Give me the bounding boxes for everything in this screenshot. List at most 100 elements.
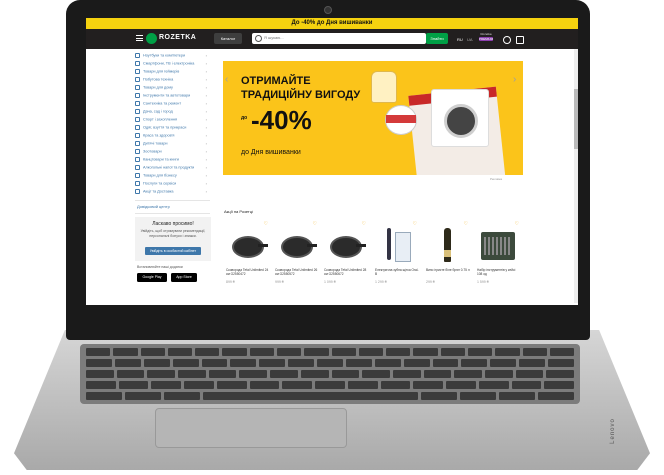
welcome-text: Увійдіть, щоб отримувати рекомендації, п… [140,229,206,238]
sidebar-item-pets[interactable]: Зоотовари › [135,149,209,157]
sidebar-item-sport[interactable]: Спорт і захоплення › [135,117,209,125]
premium-brand: Rozetka [480,32,492,36]
sidebar-item-services[interactable]: Послуги та сервіси › [135,181,209,189]
welcome-title: Ласкаво просимо! [152,221,194,227]
key-row [86,359,574,367]
sidebar-item-smartphones[interactable]: Смартфони, ТВ і електроніка › [135,61,209,69]
sidebar-item-tools[interactable]: Інструменти та автотовари › [135,93,209,101]
premium-label: PREMIUM [479,37,494,41]
product-image [326,228,366,262]
site-header: ROZETKA Каталог Я шукаю... Знайти RU UA … [86,29,578,49]
login-button[interactable]: Увійдіть в особистий кабінет [145,247,201,255]
product-card[interactable]: ♡ Сковорода Tefal Unlimited 24 см G25504… [224,220,270,298]
product-image [428,228,466,262]
product-title[interactable]: Сковорода Tefal Unlimited 26 см G2550572 [275,268,319,276]
laptop-frame: До -40% до Дня вишиванки ROZETKA Каталог… [0,0,664,475]
product-image [277,228,317,262]
key-row [86,370,574,378]
product-price: 1 099 ₴ [324,280,336,284]
sidebar-divider [135,213,210,214]
product-title[interactable]: Набір інструментів у кейсі 108 од [477,268,521,276]
product-price: 1 299 ₴ [375,280,387,284]
promo-bar[interactable]: До -40% до Дня вишиванки [86,18,578,29]
promo-banner[interactable]: ОТРИМАЙТЕ ТРАДИЦІЙНУ ВИГОДУ до -40% до Д… [223,61,523,175]
premium-badge[interactable]: Rozetka PREMIUM [479,32,493,45]
help-center-link[interactable]: Довідковий центр [137,204,170,209]
product-title[interactable]: Сковорода Tefal Unlimited 24 см G2550472 [226,268,270,276]
sidebar-item-home[interactable]: Товари для дому › [135,85,209,93]
sidebar-item-kids[interactable]: Дитячі товари › [135,141,209,149]
product-card[interactable]: ♡ Набір інструментів у кейсі 108 од 1 59… [475,220,521,298]
sidebar-item-clothes[interactable]: Одяг, взуття та прикраси › [135,125,209,133]
heart-icon[interactable]: ♡ [413,221,417,227]
keyboard [80,344,580,404]
site-logo[interactable]: ROZETKA [159,34,196,41]
sidebar-divider [135,200,210,201]
product-card[interactable]: ♡ Сковорода Tefal Unlimited 26 см G25505… [273,220,319,298]
app-store-badge[interactable]: App Store [171,273,197,282]
lenovo-logo: Lenovo [609,418,616,444]
sidebar-item-appliances[interactable]: Побутова техніка › [135,77,209,85]
banner-percent: -40% [251,105,312,135]
screen: До -40% до Дня вишиванки ROZETKA Каталог… [86,18,578,305]
mixer-image [385,105,417,135]
heart-icon[interactable]: ♡ [264,221,268,227]
search-icon [255,35,262,42]
product-card[interactable]: ♡ Електрична зубна щітка Oral-B 1 299 ₴ [373,220,419,298]
key-row [86,348,575,356]
washing-machine-image [431,89,489,147]
search-placeholder: Я шукаю... [264,35,284,40]
heart-icon[interactable]: ♡ [313,221,317,227]
section-title: Акції на Розетці [224,209,253,214]
key-row [86,392,574,400]
menu-icon[interactable] [136,35,143,41]
sidebar-item-beauty[interactable]: Краса та здоров'я › [135,133,209,141]
sidebar-item-plumbing[interactable]: Сантехніка та ремонт › [135,101,209,109]
webcam-icon [324,6,332,14]
key-row [86,381,575,389]
sidebar-item-deals[interactable]: Акції та Доставка › [135,189,209,197]
sidebar: Ноутбуки та комп'ютери › Смартфони, ТВ і … [135,53,211,303]
product-price: 999 ₴ [275,280,284,284]
heart-icon[interactable]: ♡ [362,221,366,227]
rozetka-logo-icon[interactable] [146,33,157,44]
search-button[interactable]: Знайти [426,33,448,44]
welcome-block: Ласкаво просимо! Увійдіть, щоб отримуват… [135,217,211,261]
apps-title: Встановлюйте наші додатки [137,265,183,269]
product-title[interactable]: Вино ігристе біле брют 0.75 л [426,268,470,272]
scrollbar-thumb[interactable] [574,89,578,149]
sidebar-item-laptops[interactable]: Ноутбуки та комп'ютери › [135,53,209,61]
user-icon[interactable] [503,36,511,44]
product-price: 1 599 ₴ [477,280,489,284]
google-play-badge[interactable]: Google Play [137,273,167,282]
product-card[interactable]: ♡ Сковорода Tefal Unlimited 28 см G25506… [322,220,368,298]
sidebar-item-business[interactable]: Товари для бізнесу › [135,173,209,181]
product-image [228,228,268,262]
cart-icon[interactable] [516,36,524,44]
product-title[interactable]: Електрична зубна щітка Oral-B [375,268,419,276]
sidebar-item-gamers[interactable]: Товари для геймерів › [135,69,209,77]
product-title[interactable]: Сковорода Tefal Unlimited 28 см G2550672 [324,268,368,276]
banner-line2: ТРАДИЦІЙНУ ВИГОДУ [241,89,361,101]
ad-note: Реклама [490,177,503,181]
banner-line1: ОТРИМАЙТЕ [241,75,311,87]
chevron-left-icon[interactable]: ‹ [225,74,228,85]
heart-icon[interactable]: ♡ [464,221,468,227]
product-price: 299 ₴ [426,280,435,284]
lang-ru[interactable]: RU [457,37,463,42]
sidebar-item-garden[interactable]: Дача, сад і город › [135,109,209,117]
search-input[interactable]: Я шукаю... [252,33,426,44]
page-scrollbar[interactable] [574,49,578,303]
chevron-right-icon[interactable]: › [513,74,516,85]
product-image [479,228,517,262]
sidebar-item-food[interactable]: Алкогольні напої та продукти › [135,165,209,173]
heart-icon[interactable]: ♡ [515,221,519,227]
product-card[interactable]: ♡ Вино ігристе біле брют 0.75 л 299 ₴ [424,220,470,298]
banner-do: до [241,115,248,121]
banner-line3: до Дня вишиванки [241,149,301,156]
catalog-button[interactable]: Каталог [214,33,242,44]
kettle-image [371,71,397,103]
lang-ua[interactable]: UA [467,37,473,42]
product-price: 899 ₴ [226,280,235,284]
sidebar-item-books[interactable]: Канцтовари та книги › [135,157,209,165]
